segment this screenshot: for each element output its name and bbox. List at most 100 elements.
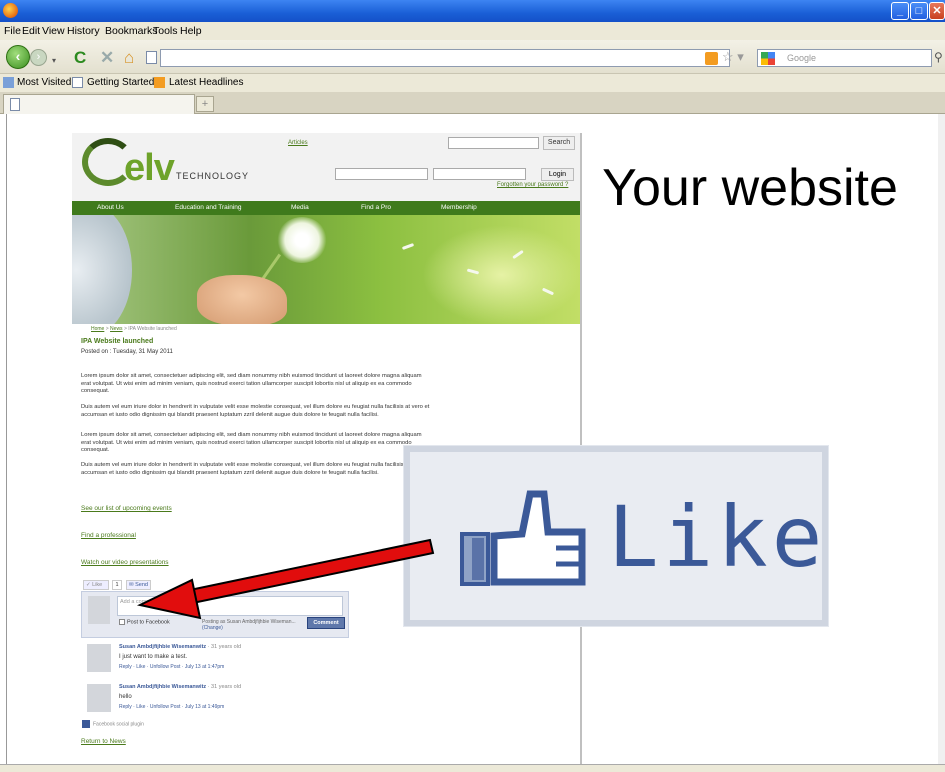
avatar [87,644,111,672]
bookmarks-toolbar: Most Visited Getting Started Latest Head… [0,74,945,92]
bookmark-getting-started[interactable]: Getting Started [87,77,154,88]
menu-view[interactable]: View [42,25,65,37]
rss-feed-icon [154,77,165,88]
nav-find-a-pro[interactable]: Find a Pro [361,204,391,211]
password-field[interactable] [433,168,526,180]
menu-bar: File Edit View History Bookmarks Tools H… [0,22,945,40]
address-bar[interactable] [160,49,730,67]
username-field[interactable] [335,168,428,180]
articles-link[interactable]: Articles [288,140,308,146]
most-visited-icon [3,77,14,88]
home-icon[interactable]: ⌂ [124,49,134,66]
fb-comment-button[interactable]: Comment [307,617,345,629]
like-zoom-callout: Like [403,445,829,627]
nav-media[interactable]: Media [291,204,309,211]
google-icon [761,52,775,65]
posted-date: Posted on : Tuesday, 31 May 2011 [81,349,173,355]
navigation-toolbar: ‹ › ▾ C ✕ ⌂ ☆ ▾ Google ⚲ [0,40,945,74]
breadcrumb: Home > News > IPA Website launched [91,326,177,332]
menu-edit[interactable]: Edit [22,25,40,37]
article-paragraph: Lorem ipsum dolor sit amet, consectetuer… [81,373,422,394]
fb-send-button[interactable]: ✉ Send [126,580,151,590]
forward-button[interactable]: › [30,49,47,66]
facebook-like-bar: ✓ Like 1 ✉ Send [81,580,349,590]
commenter-name[interactable]: Susan Ambdjfijhbie Wisemanwitz · 31 year… [119,644,241,650]
screenshot-root: { "browser": { "menu": ["File", "Edit", … [0,0,945,772]
page-icon [10,98,20,111]
minimize-button[interactable]: _ [891,2,909,20]
search-box[interactable]: Google [757,49,932,67]
nav-membership[interactable]: Membership [441,204,477,211]
fb-comment-input[interactable]: Add a comment... [117,596,343,616]
search-placeholder: Google [787,53,817,63]
new-tab-button[interactable]: + [196,96,214,112]
fb-like-button[interactable]: ✓ Like [83,580,109,590]
your-website-label: Your website [602,159,898,217]
close-button[interactable]: ✕ [929,2,945,20]
back-button[interactable]: ‹ [6,45,30,69]
find-professional-link[interactable]: Find a professional [81,532,136,539]
fb-like-count: 1 [112,580,122,590]
big-like-text: Like [608,488,827,586]
site-search-input[interactable] [448,137,539,149]
bookmark-most-visited[interactable]: Most Visited [17,77,71,88]
forgot-password-link[interactable]: Forgotten your password ? [497,182,568,188]
article-title: IPA Website launched [81,338,154,345]
nav-about-us[interactable]: About Us [97,204,124,211]
commenter-name[interactable]: Susan Ambdjfijhbie Wisemanwitz · 31 year… [119,684,241,690]
video-presentations-link[interactable]: Watch our video presentations [81,559,169,566]
thumbs-up-icon [460,490,586,586]
scrollbar[interactable] [938,114,945,764]
article-paragraph: Duis autem vel eum iriure dolor in hendr… [81,404,430,418]
facebook-comment-box: Add a comment... Post to Facebook Postin… [81,591,349,638]
change-link[interactable]: (Change) [202,625,223,631]
magnifier-icon[interactable]: ⚲ [934,50,943,64]
tab-current[interactable] [3,94,195,114]
history-dropdown-icon[interactable]: ▾ [52,52,56,69]
bookmark-latest-headlines[interactable]: Latest Headlines [169,77,244,88]
fb-comment: Susan Ambdjfijhbie Wisemanwitz · 31 year… [87,684,349,724]
breadcrumb-home[interactable]: Home [91,326,104,332]
menu-help[interactable]: Help [180,25,202,37]
menu-bookmarks[interactable]: Bookmarks [105,25,158,37]
fb-comment: Susan Ambdjfijhbie Wisemanwitz · 31 year… [87,644,349,684]
logo-subtitle: TECHNOLOGY [176,171,250,181]
stop-icon[interactable]: ✕ [100,49,114,66]
maximize-button[interactable]: □ [910,2,928,20]
nav-education[interactable]: Education and Training [175,204,242,211]
avatar [88,596,110,624]
comment-actions[interactable]: Reply · Like · Unfollow Post · July 13 a… [119,704,224,710]
facebook-social-plugin: Facebook social plugin [82,720,144,728]
return-to-news-link[interactable]: Return to News [81,738,126,745]
comment-text: I just want to make a test. [119,654,188,660]
comment-actions[interactable]: Reply · Like · Unfollow Post · July 13 a… [119,664,224,670]
status-bar [0,764,945,772]
facebook-icon [82,720,90,728]
post-to-facebook-checkbox[interactable]: Post to Facebook [119,619,170,625]
rss-icon[interactable] [705,52,718,65]
logo-text: elv [124,147,175,189]
reload-icon[interactable]: C [74,49,86,66]
events-link[interactable]: See our list of upcoming events [81,505,172,512]
checkbox-icon[interactable] [119,619,125,625]
firefox-icon [3,3,18,18]
getting-started-icon [72,77,83,88]
comment-text: hello [119,694,132,700]
menu-history[interactable]: History [67,25,100,37]
page-icon [146,51,157,64]
breadcrumb-news[interactable]: News [110,326,123,332]
site-nav: About Us Education and Training Media Fi… [72,201,580,215]
avatar [87,684,111,712]
tab-bar: + [0,92,945,114]
article-paragraph: Lorem ipsum dolor sit amet, consectetuer… [81,432,422,453]
dandelion-icon [277,217,327,263]
article-paragraph: Duis autem vel eum iriure dolor in hendr… [81,462,430,476]
menu-file[interactable]: File [4,25,21,37]
window-titlebar: _ □ ✕ [0,0,945,22]
posting-as: Posting as Susan Ambdjfijhbie Wiseman...… [202,619,296,631]
breadcrumb-current: IPA Website launched [128,326,177,332]
site-search-button[interactable]: Search [543,136,575,150]
login-button[interactable]: Login [541,168,574,181]
bookmark-star-icon[interactable]: ☆ ▾ [722,49,744,65]
menu-tools[interactable]: Tools [153,25,178,37]
